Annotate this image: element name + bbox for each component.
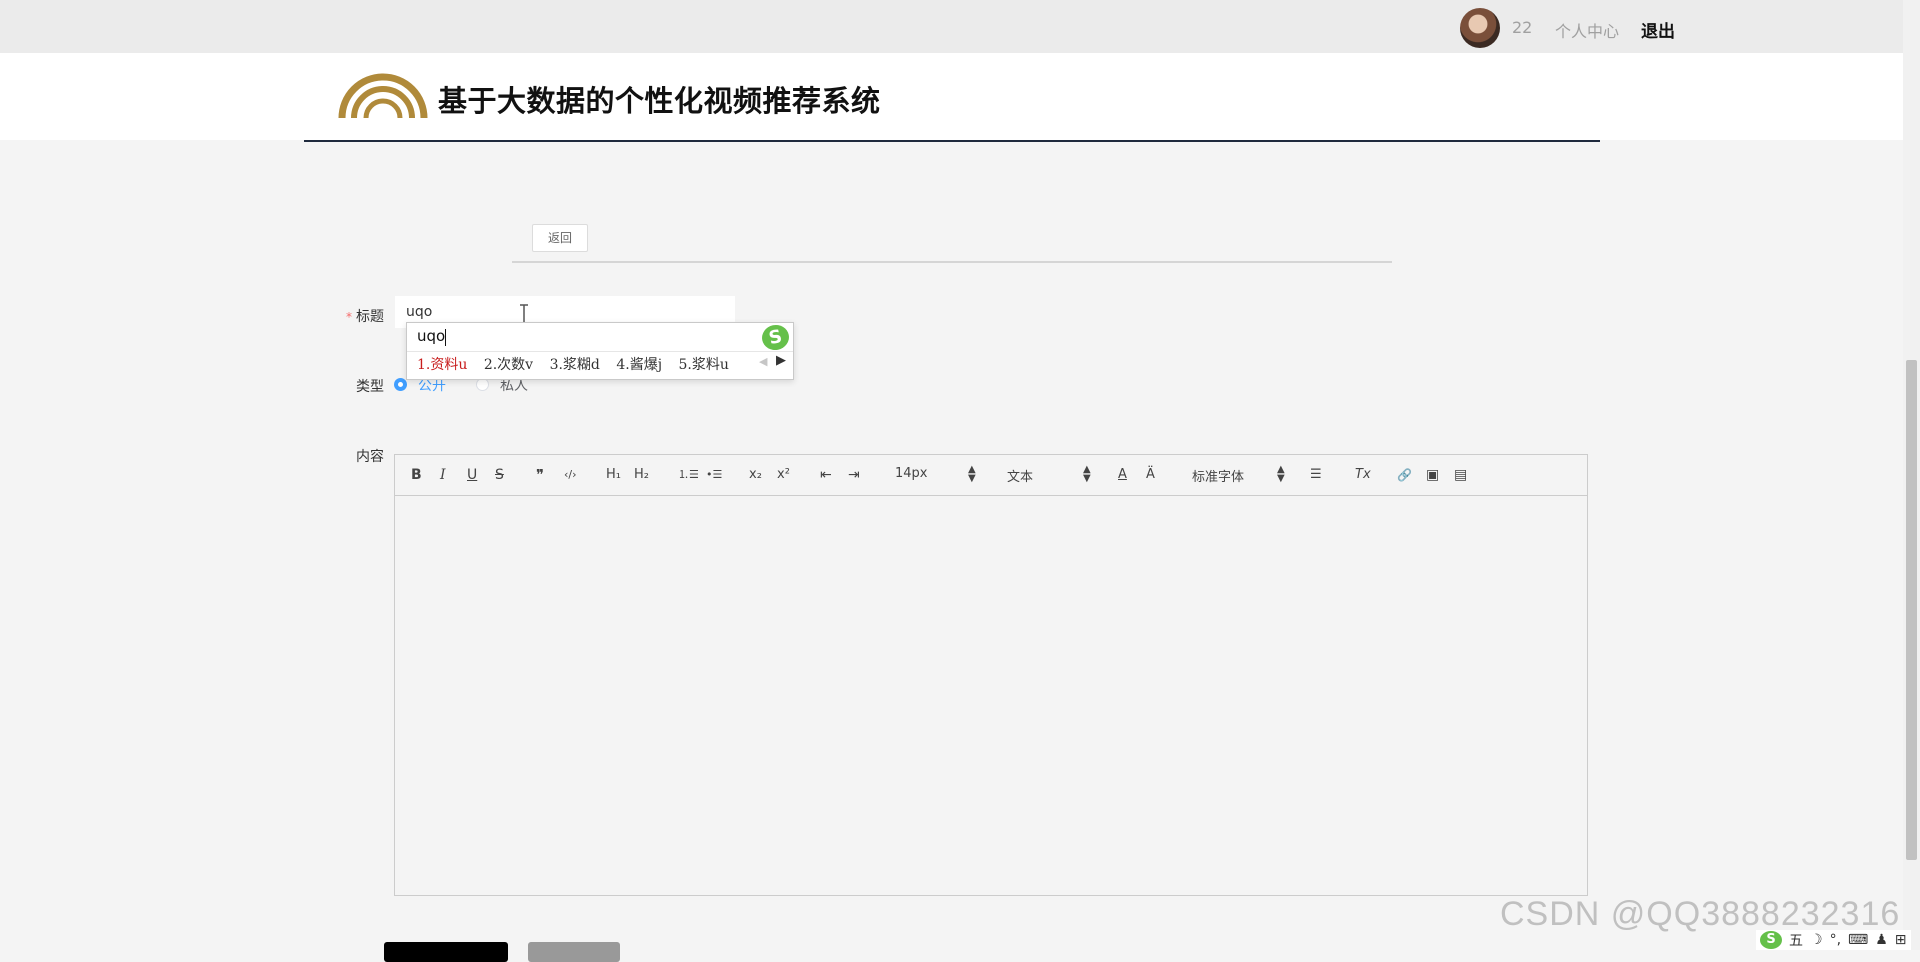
image-icon[interactable]: ▣ [1426,466,1439,484]
text-color-icon[interactable]: A [1118,466,1127,484]
bullet-list-icon[interactable]: •☰ [706,466,722,484]
ime-candidate[interactable]: 5.浆料u [679,357,729,373]
bold-icon[interactable]: B [411,466,422,484]
user-icon[interactable]: ♟ [1875,932,1888,948]
subscript-icon[interactable]: x₂ [749,466,762,484]
ime-candidate-popup: uqo S 1.资料u 2.次数v 3.浆糊d 4.酱爆j 5.浆料u ◀ ▶ [406,322,794,380]
reset-button[interactable] [528,942,620,962]
ime-candidate[interactable]: 1.资料u [417,357,467,373]
font-size-arrow-icon[interactable]: ▲ ▼ [968,465,976,484]
ime-next-page-icon[interactable]: ▶ [776,353,786,368]
back-button[interactable]: 返回 [532,224,588,252]
underline-icon[interactable]: U [467,466,477,484]
outdent-icon[interactable]: ⇤ [820,466,832,484]
ordered-list-icon[interactable]: ⒈☰ [678,466,699,484]
submit-button[interactable] [384,942,508,962]
sogou-logo-icon: S [759,322,792,353]
title-label-wrap: * 标题 [346,306,384,326]
ime-prev-page-icon[interactable]: ◀ [759,355,767,368]
avatar[interactable] [1460,8,1500,48]
scrollbar-thumb[interactable] [1906,360,1917,860]
font-family-arrow-icon[interactable]: ▲ ▼ [1277,465,1285,484]
align-icon[interactable]: ☰ [1310,466,1322,484]
h2-icon[interactable]: H₂ [634,466,649,484]
site-logo-icon [338,68,428,124]
ime-status-tray: S 五 ☽ °, ⌨ ♟ ⊞ [1756,930,1911,950]
strike-icon[interactable]: S [495,466,504,484]
ime-candidate[interactable]: 3.浆糊d [550,357,600,373]
sogou-tray-icon[interactable]: S [1760,931,1782,949]
font-family-select[interactable]: 标准字体 [1192,466,1244,485]
keyboard-icon[interactable]: ⌨ [1848,932,1868,948]
ime-caret [445,329,446,346]
tray-item[interactable]: 五 [1789,930,1803,950]
background-color-icon[interactable]: Ä [1146,466,1155,484]
type-label: 类型 [356,379,384,395]
header-arrow-icon[interactable]: ▲ ▼ [1083,465,1091,484]
ime-pinyin: uqo [417,327,446,345]
required-mark: * [346,310,352,324]
rich-text-editor: B I U S ❞ ‹/› H₁ H₂ ⒈☰ •☰ x₂ x² ⇤ ⇥ 14px… [394,454,1588,896]
watermark: CSDN @QQ3888232316 [1500,895,1901,933]
link-icon[interactable]: 🔗 [1397,466,1412,484]
header-select[interactable]: 文本 [1007,466,1033,485]
editor-toolbar: B I U S ❞ ‹/› H₁ H₂ ⒈☰ •☰ x₂ x² ⇤ ⇥ 14px… [395,455,1587,496]
font-size-select[interactable]: 14px [895,466,928,481]
site-header [0,53,1903,140]
video-icon[interactable]: ▤ [1454,466,1467,484]
italic-icon[interactable]: I [440,466,446,484]
site-title: 基于大数据的个性化视频推荐系统 [438,84,881,118]
text-cursor-icon [519,304,529,324]
punctuation-icon[interactable]: °, [1830,932,1841,948]
blockquote-icon[interactable]: ❞ [536,466,544,484]
code-block-icon[interactable]: ‹/› [564,466,577,484]
title-label: 标题 [356,309,384,325]
clean-format-icon[interactable]: Tx [1355,466,1371,484]
h1-icon[interactable]: H₁ [606,466,621,484]
logout-link[interactable]: 退出 [1641,17,1675,42]
section-divider [512,261,1392,263]
superscript-icon[interactable]: x² [777,466,790,484]
username: 22 [1512,18,1533,37]
editor-content-area[interactable] [395,496,1587,895]
content-label: 内容 [356,449,384,465]
ime-candidate[interactable]: 2.次数v [484,357,533,373]
ime-candidate[interactable]: 4.酱爆j [616,357,662,373]
indent-icon[interactable]: ⇥ [848,466,860,484]
header-divider [304,140,1600,142]
user-center-link[interactable]: 个人中心 [1555,18,1619,42]
grid-icon[interactable]: ⊞ [1895,932,1907,948]
moon-icon[interactable]: ☽ [1810,932,1823,948]
ime-candidates: 1.资料u 2.次数v 3.浆糊d 4.酱爆j 5.浆料u [417,354,741,374]
ime-divider [407,351,793,352]
